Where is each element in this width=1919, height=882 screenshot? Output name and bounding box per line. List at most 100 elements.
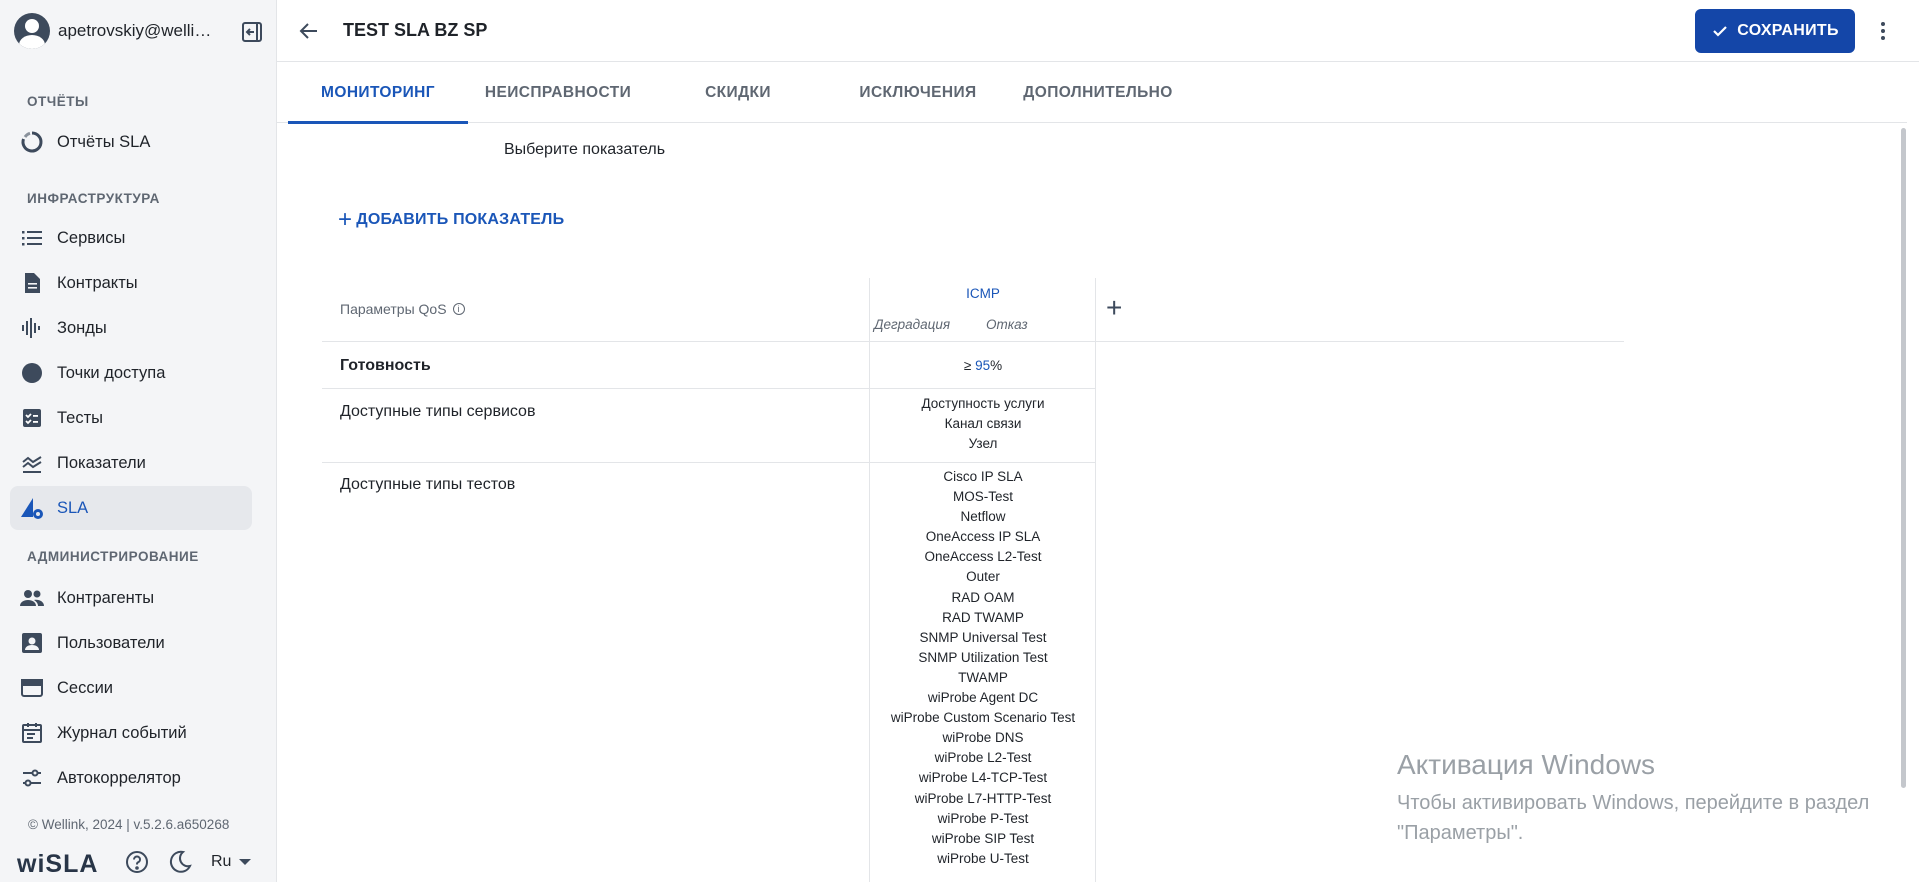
back-arrow-icon[interactable] <box>297 19 321 43</box>
sidebar-item-sla[interactable]: SLA <box>10 486 252 530</box>
document-icon <box>19 270 45 296</box>
list-item: RAD TWAMP <box>942 609 1024 625</box>
list-item: wiProbe Custom Scenario Test <box>890 710 1076 726</box>
test-types-label: Доступные типы тестов <box>340 476 516 493</box>
dark-mode-icon[interactable] <box>167 849 193 875</box>
calendar-icon <box>19 720 45 746</box>
tab-faults[interactable]: НЕИСПРАВНОСТИ <box>468 63 648 123</box>
list-item: Outer <box>966 569 1000 585</box>
list-item: wiProbe U-Test <box>937 850 1029 866</box>
sidebar-item-label: Контрагенты <box>57 588 155 607</box>
sliders-icon <box>19 765 45 791</box>
user-email: apetrovskiy@wellin... <box>58 21 216 40</box>
page-header: TEST SLA BZ SP СОХРАНИТЬ <box>277 0 1919 62</box>
check-icon <box>1713 26 1728 37</box>
save-button[interactable]: СОХРАНИТЬ <box>1695 9 1855 53</box>
sidebar-item-autocorrelator[interactable]: Автокоррелятор <box>10 756 252 800</box>
choose-metric-label[interactable]: Выберите показатель <box>504 141 665 159</box>
user-badge-icon <box>19 630 45 656</box>
windows-watermark-subtitle: Чтобы активировать Windows, перейдите в … <box>1397 792 1870 844</box>
readiness-label: Готовность <box>340 357 431 374</box>
sidebar-item-label: Журнал событий <box>57 723 187 742</box>
list-item: wiProbe SIP Test <box>931 830 1035 846</box>
list-item: OneAccess IP SLA <box>925 529 1041 545</box>
language-selector[interactable]: Ru <box>211 853 252 871</box>
list-item: SNMP Universal Test <box>919 629 1047 645</box>
sidebar-item-label: SLA <box>57 498 89 517</box>
tab-bar: МОНИТОРИНГ НЕИСПРАВНОСТИ СКИДКИ ИСКЛЮЧЕН… <box>277 63 1907 124</box>
sidebar-item-probes[interactable]: Зонды <box>10 306 252 350</box>
metrics-icon <box>19 450 45 476</box>
list-item: wiProbe Agent DC <box>927 690 1039 706</box>
sidebar-item-tests[interactable]: Тесты <box>10 396 252 440</box>
windows-watermark-title: Активация Windows <box>1397 749 1656 780</box>
list-item: SNMP Utilization Test <box>918 649 1048 665</box>
degradation-header: Деградация <box>874 317 951 332</box>
section-infrastructure: ИНФРАСТРУКТУРА <box>27 191 160 206</box>
readiness-unit: % <box>990 358 1003 373</box>
info-icon[interactable]: i <box>452 303 465 315</box>
sidebar-item-counterparties[interactable]: Контрагенты <box>10 576 252 620</box>
access-point-icon <box>19 360 45 386</box>
list-item: TWAMP <box>958 669 1008 685</box>
tab-discounts[interactable]: СКИДКИ <box>648 63 828 123</box>
list-item: MOS-Test <box>952 489 1013 505</box>
help-icon[interactable] <box>124 849 150 875</box>
sidebar-item-label: Тесты <box>57 408 103 427</box>
brand-logo: wiSLA <box>17 850 99 878</box>
qos-header: Параметры QoS i <box>340 301 465 317</box>
sidebar-item-label: Сессии <box>57 678 114 697</box>
sidebar-item-users[interactable]: Пользователи <box>10 621 252 665</box>
column-icmp[interactable]: ICMP <box>870 286 1096 301</box>
browser-window-icon <box>19 675 45 701</box>
scrollbar-thumb[interactable] <box>1901 128 1906 788</box>
user-profile[interactable]: apetrovskiy@wellin... <box>14 12 264 50</box>
sidebar-item-label: Пользователи <box>57 633 165 652</box>
tab-monitoring[interactable]: МОНИТОРИНГ <box>288 63 468 124</box>
sidebar-item-services[interactable]: Сервисы <box>10 216 252 260</box>
list-item: Netflow <box>960 509 1006 525</box>
qos-header-label: Параметры QoS <box>340 301 447 317</box>
more-vert-icon[interactable] <box>1871 19 1895 43</box>
row-divider <box>322 341 1624 342</box>
sidebar-item-metrics[interactable]: Показатели <box>10 441 252 485</box>
sidebar-item-contracts[interactable]: Контракты <box>10 261 252 305</box>
logout-icon[interactable] <box>240 20 264 44</box>
sidebar: apetrovskiy@wellin... ОТЧЁТЫ Отчёты SLA … <box>0 0 277 882</box>
list-item: wiProbe L7-HTTP-Test <box>914 790 1052 806</box>
people-icon <box>19 585 45 611</box>
sidebar-item-sla-reports[interactable]: Отчёты SLA <box>10 120 252 164</box>
sidebar-item-sessions[interactable]: Сессии <box>10 666 252 710</box>
readiness-operator: ≥ <box>963 358 972 373</box>
page-title: TEST SLA BZ SP <box>343 20 488 40</box>
list-icon <box>19 225 45 251</box>
sidebar-item-label: Точки доступа <box>57 363 166 382</box>
list-item: RAD OAM <box>951 589 1015 605</box>
sidebar-item-label: Показатели <box>57 453 146 472</box>
tab-additional[interactable]: ДОПОЛНИТЕЛЬНО <box>1008 63 1188 123</box>
copyright: © Wellink, 2024 | v.5.2.6.a650268 <box>28 817 230 832</box>
add-metric-button[interactable]: + ДОБАВИТЬ ПОКАЗАТЕЛЬ <box>338 208 564 232</box>
list-item: Доступность услуги <box>921 396 1045 411</box>
list-item: wiProbe L4-TCP-Test <box>918 770 1048 786</box>
avatar-icon <box>14 13 50 49</box>
list-item: Cisco IP SLA <box>943 469 1023 484</box>
section-reports: ОТЧЁТЫ <box>27 94 89 109</box>
test-checklist-icon <box>19 405 45 431</box>
add-column-button[interactable]: + <box>1106 294 1122 322</box>
sidebar-item-label: Сервисы <box>57 228 126 247</box>
list-item: OneAccess L2-Test <box>924 549 1042 565</box>
tab-exceptions[interactable]: ИСКЛЮЧЕНИЯ <box>828 63 1008 123</box>
sidebar-item-label: Зонды <box>57 318 107 337</box>
sidebar-item-access-points[interactable]: Точки доступа <box>10 351 252 395</box>
sidebar-item-label: Автокоррелятор <box>57 768 181 787</box>
service-types-label: Доступные типы сервисов <box>340 403 536 420</box>
sidebar-item-event-log[interactable]: Журнал событий <box>10 711 252 755</box>
plus-icon: + <box>338 206 353 233</box>
row-divider <box>322 388 1096 389</box>
readiness-value[interactable]: ≥ 95% <box>870 358 1096 373</box>
list-item: wiProbe P-Test <box>937 810 1029 826</box>
add-metric-label: ДОБАВИТЬ ПОКАЗАТЕЛЬ <box>356 211 565 228</box>
list-item: wiProbe DNS <box>942 730 1024 746</box>
sla-report-icon <box>19 129 45 155</box>
